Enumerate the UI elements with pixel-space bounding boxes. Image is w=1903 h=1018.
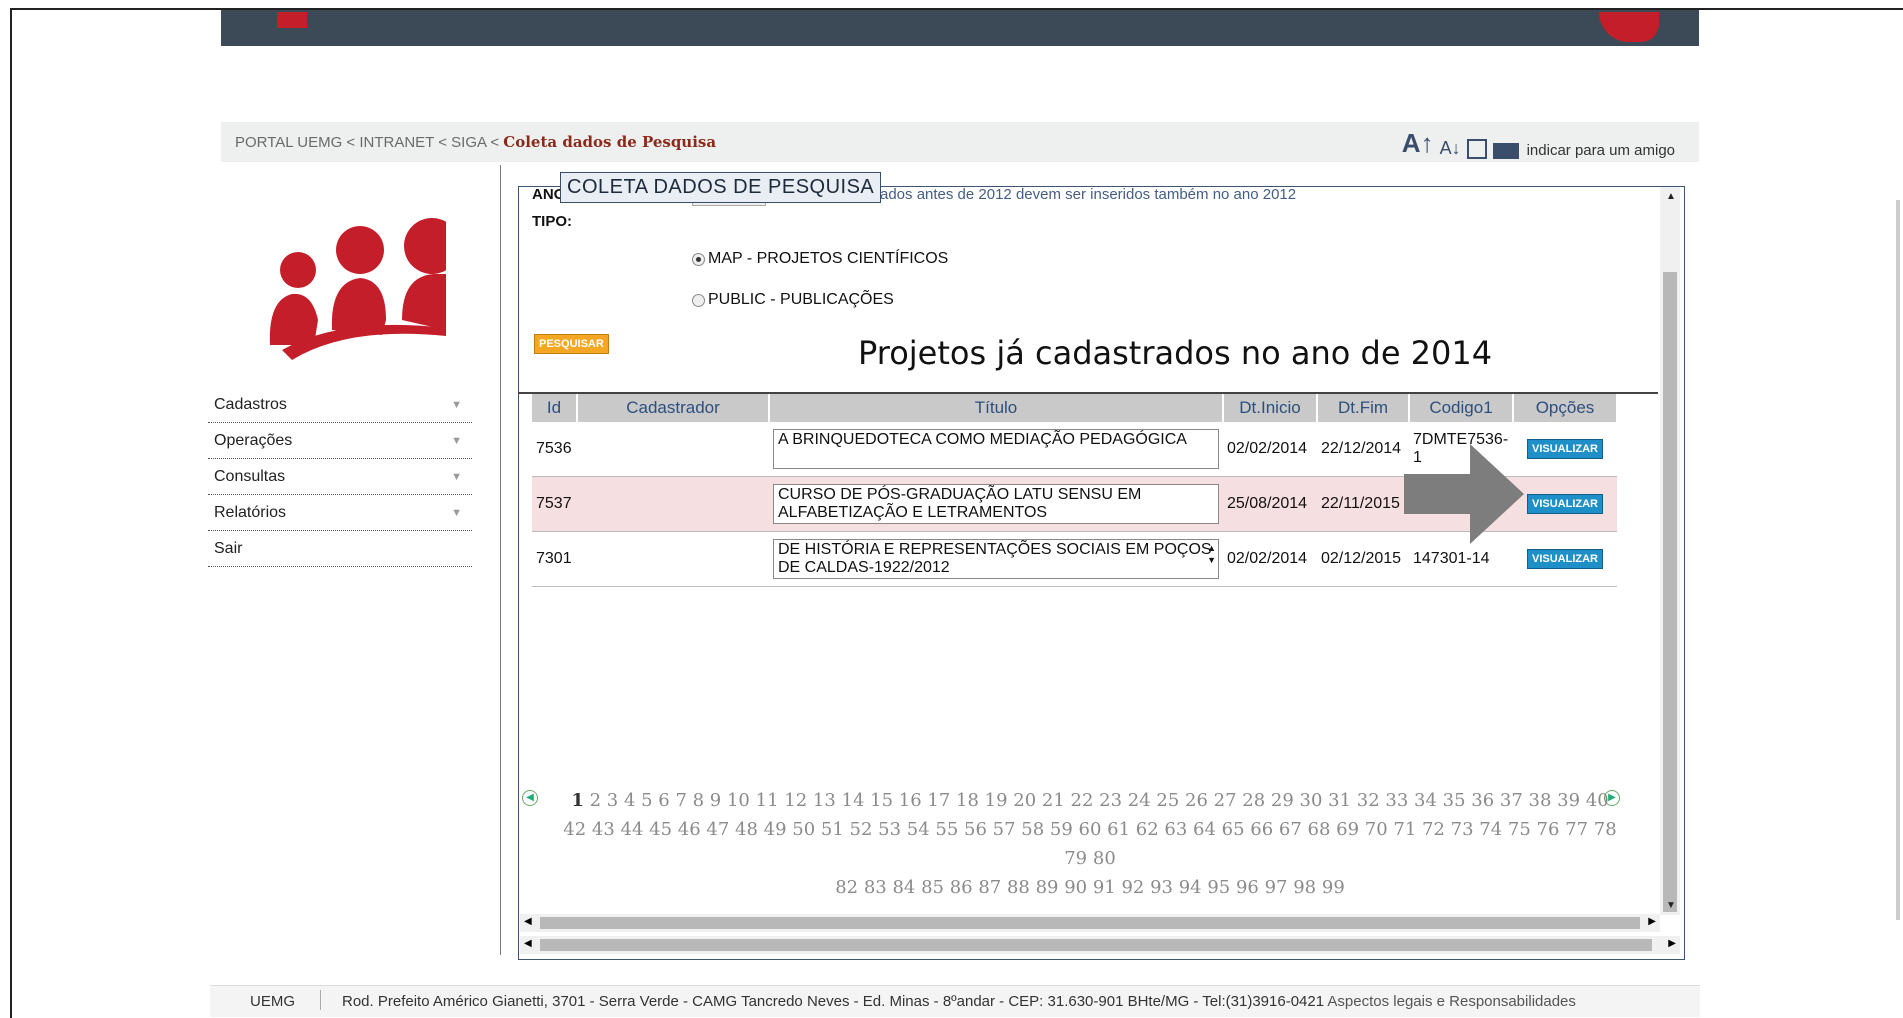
current-page: 1	[571, 790, 584, 811]
scroll-left-icon[interactable]: ◀	[524, 916, 532, 927]
tipo-label: TIPO:	[532, 213, 572, 230]
mail-icon[interactable]	[1492, 143, 1519, 159]
chevron-down-icon: ▼	[451, 471, 462, 483]
breadcrumb-path[interactable]: PORTAL UEMG < INTRANET < SIGA <	[235, 134, 503, 151]
prev-page-icon[interactable]: ◀	[522, 790, 538, 806]
sidebar-nav: Cadastros ▼ Operações ▼ Consultas ▼ Relatór…	[208, 388, 472, 568]
cell-id: 7537	[532, 476, 577, 532]
legal-link[interactable]: Aspectos legais e Responsabilidades	[1327, 993, 1576, 1010]
scroll-right-icon[interactable]: ▶	[1668, 938, 1676, 949]
vertical-divider	[500, 165, 501, 955]
cell-id: 7536	[532, 422, 577, 477]
indicate-friend-link[interactable]: indicar para um amigo	[1527, 142, 1675, 159]
footer: UEMG Rod. Prefeito Américo Gianetti, 370…	[210, 985, 1700, 1017]
top-banner	[221, 10, 1699, 46]
scroll-left-icon[interactable]: ◀	[524, 938, 532, 949]
footer-address: Rod. Prefeito Américo Gianetti, 3701 - S…	[342, 993, 1576, 1010]
pagination[interactable]: 1 2 3 4 5 6 7 8 9 10 11 12 13 14 15 16 1…	[560, 786, 1620, 902]
cell-fim: 22/11/2015	[1317, 476, 1409, 532]
print-icon[interactable]	[1466, 139, 1487, 159]
visualizar-button[interactable]: VISUALIZAR	[1527, 494, 1603, 514]
col-header-cadastrador[interactable]: Cadastrador	[577, 394, 770, 422]
spin-arrows-icon[interactable]: ▲ ▼	[1207, 542, 1216, 566]
sidebar-item-label: Cadastros	[214, 396, 287, 413]
cell-inicio: 25/08/2014	[1223, 476, 1317, 532]
cell-fim: 22/12/2014	[1317, 422, 1409, 477]
chevron-down-icon: ▼	[451, 507, 462, 519]
vertical-scrollbar[interactable]: ▲ ▼	[1660, 187, 1680, 915]
cell-fim: 02/12/2015	[1317, 531, 1409, 587]
col-header-opcoes: Opções	[1513, 394, 1618, 422]
decrease-font-button[interactable]: A↓	[1440, 138, 1461, 159]
col-header-titulo[interactable]: Título	[769, 394, 1224, 422]
sidebar-item-sair[interactable]: Sair	[208, 532, 472, 567]
cell-inicio: 02/02/2014	[1223, 422, 1317, 477]
year-hint: ados antes de 2012 devem ser inseridos t…	[880, 186, 1297, 203]
accessibility-tools: A↑ A↓ indicar para um amigo	[1402, 128, 1675, 159]
page-links[interactable]: 42 43 44 45 46 47 48 49 50 51 52 53 54 5…	[560, 815, 1620, 873]
radio-label: MAP - PROJETOS CIENTÍFICOS	[708, 250, 949, 267]
sidebar-item-label: Operações	[214, 432, 293, 449]
uemg-logo-icon	[277, 12, 307, 28]
cell-cadastrador	[577, 476, 769, 532]
page-scrollbar[interactable]	[1896, 200, 1900, 920]
scroll-thumb[interactable]	[1663, 272, 1677, 912]
cell-titulo-text: DE HISTÓRIA E REPRESENTAÇÕES SOCIAIS EM …	[778, 541, 1212, 576]
sidebar-item-operacoes[interactable]: Operações ▼	[208, 424, 472, 459]
search-button[interactable]: PESQUISAR	[534, 334, 609, 354]
page-tooltip: COLETA DADOS DE PESQUISA	[560, 172, 882, 203]
page-links[interactable]: 2 3 4 5 6 7 8 9 10 11 12 13 14 15 16 17 …	[590, 790, 1609, 811]
radio-public[interactable]: PUBLIC - PUBLICAÇÕES	[692, 291, 894, 309]
people-logo-icon	[269, 218, 446, 360]
col-header-dt-fim[interactable]: Dt.Fim	[1317, 394, 1410, 422]
col-header-codigo[interactable]: Codigo1	[1409, 394, 1514, 422]
visualizar-button[interactable]: VISUALIZAR	[1527, 549, 1603, 569]
page-links[interactable]: 82 83 84 85 86 87 88 89 90 91 92 93 94 9…	[560, 873, 1620, 902]
horizontal-scrollbar[interactable]: ◀ ▶	[520, 914, 1660, 932]
scroll-up-icon[interactable]: ▲	[1666, 191, 1676, 202]
scroll-thumb[interactable]	[540, 917, 1640, 929]
visualizar-button[interactable]: VISUALIZAR	[1527, 439, 1603, 459]
breadcrumb-current: Coleta dados de Pesquisa	[503, 133, 717, 151]
table-header-row: Id Cadastrador Título Dt.Inicio Dt.Fim C…	[532, 394, 1618, 422]
radio-label: PUBLIC - PUBLICAÇÕES	[708, 291, 894, 308]
cell-titulo[interactable]: DE HISTÓRIA E REPRESENTAÇÕES SOCIAIS EM …	[773, 539, 1219, 579]
radio-unselected-icon[interactable]	[692, 293, 705, 307]
section-title: Projetos já cadastrados no ano de 2014	[858, 334, 1493, 372]
chevron-down-icon: ▼	[451, 399, 462, 411]
sidebar-item-label: Sair	[214, 540, 243, 557]
footer-org: UEMG	[250, 993, 295, 1010]
radio-selected-icon[interactable]	[692, 252, 705, 266]
sidebar-item-label: Relatórios	[214, 504, 287, 521]
right-arrow-icon	[1404, 444, 1524, 544]
radio-map[interactable]: MAP - PROJETOS CIENTÍFICOS	[692, 250, 948, 268]
horizontal-scrollbar[interactable]: ◀ ▶	[520, 936, 1680, 954]
breadcrumb-bar: PORTAL UEMG < INTRANET < SIGA < Coleta d…	[221, 122, 1699, 162]
sidebar-item-cadastros[interactable]: Cadastros ▼	[208, 388, 472, 423]
scroll-down-icon[interactable]: ▼	[1666, 900, 1676, 911]
footer-address-text: Rod. Prefeito Américo Gianetti, 3701 - S…	[342, 993, 1325, 1010]
cell-id: 7301	[532, 531, 577, 587]
cell-titulo[interactable]: CURSO DE PÓS-GRADUAÇÃO LATU SENSU EM ALF…	[773, 484, 1219, 524]
col-header-dt-inicio[interactable]: Dt.Inicio	[1223, 394, 1318, 422]
footer-separator	[320, 990, 321, 1010]
cell-cadastrador	[577, 531, 769, 587]
scroll-right-icon[interactable]: ▶	[1648, 916, 1656, 927]
breadcrumb: PORTAL UEMG < INTRANET < SIGA < Coleta d…	[235, 133, 716, 151]
col-header-id[interactable]: Id	[532, 394, 578, 422]
sidebar-item-relatorios[interactable]: Relatórios ▼	[208, 496, 472, 531]
sidebar-item-consultas[interactable]: Consultas ▼	[208, 460, 472, 495]
sidebar-item-label: Consultas	[214, 468, 286, 485]
cell-titulo[interactable]: A BRINQUEDOTECA COMO MEDIAÇÃO PEDAGÓGICA	[773, 429, 1219, 469]
increase-font-button[interactable]: A↑	[1402, 128, 1434, 159]
cell-inicio: 02/02/2014	[1223, 531, 1317, 587]
chevron-down-icon: ▼	[451, 435, 462, 447]
scroll-thumb[interactable]	[540, 939, 1652, 951]
minas-map-icon	[1599, 12, 1659, 42]
cell-cadastrador	[577, 422, 769, 477]
